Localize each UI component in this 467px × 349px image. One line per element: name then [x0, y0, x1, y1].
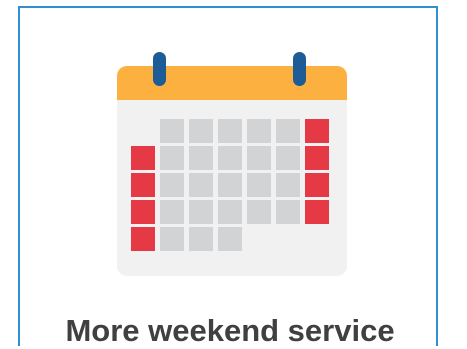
calendar-day — [276, 200, 300, 224]
calendar-weekend-day — [305, 119, 329, 143]
calendar-day — [218, 146, 242, 170]
calendar-day — [218, 200, 242, 224]
card-caption: More weekend service — [65, 313, 395, 348]
calendar-weekend-day — [131, 200, 155, 224]
calendar-day — [276, 119, 300, 143]
calendar-weekend-day — [131, 227, 155, 251]
calendar-day — [218, 173, 242, 197]
calendar-day — [189, 200, 213, 224]
calendar-icon — [117, 52, 347, 276]
info-card: More weekend service — [18, 6, 438, 348]
calendar-day — [247, 173, 271, 197]
calendar-day — [189, 227, 213, 251]
calendar-weekend-day — [305, 173, 329, 197]
calendar-day — [276, 173, 300, 197]
calendar-weekend-day — [305, 200, 329, 224]
calendar-day — [189, 146, 213, 170]
calendar-day — [160, 173, 184, 197]
calendar-ring-right — [293, 52, 306, 86]
calendar-header — [117, 66, 347, 100]
calendar-day — [218, 227, 242, 251]
calendar-day — [247, 119, 271, 143]
calendar-weekend-day — [131, 173, 155, 197]
calendar-day — [160, 119, 184, 143]
calendar-day — [189, 173, 213, 197]
calendar-day — [160, 200, 184, 224]
calendar-day — [160, 146, 184, 170]
calendar-weekend-day — [305, 146, 329, 170]
calendar-ring-left — [153, 52, 166, 86]
calendar-day — [276, 146, 300, 170]
calendar-day — [160, 227, 184, 251]
calendar-weekend-day — [131, 146, 155, 170]
calendar-day — [189, 119, 213, 143]
calendar-day — [247, 200, 271, 224]
calendar-day — [218, 119, 242, 143]
calendar-days-grid — [131, 119, 333, 253]
calendar-day — [247, 146, 271, 170]
